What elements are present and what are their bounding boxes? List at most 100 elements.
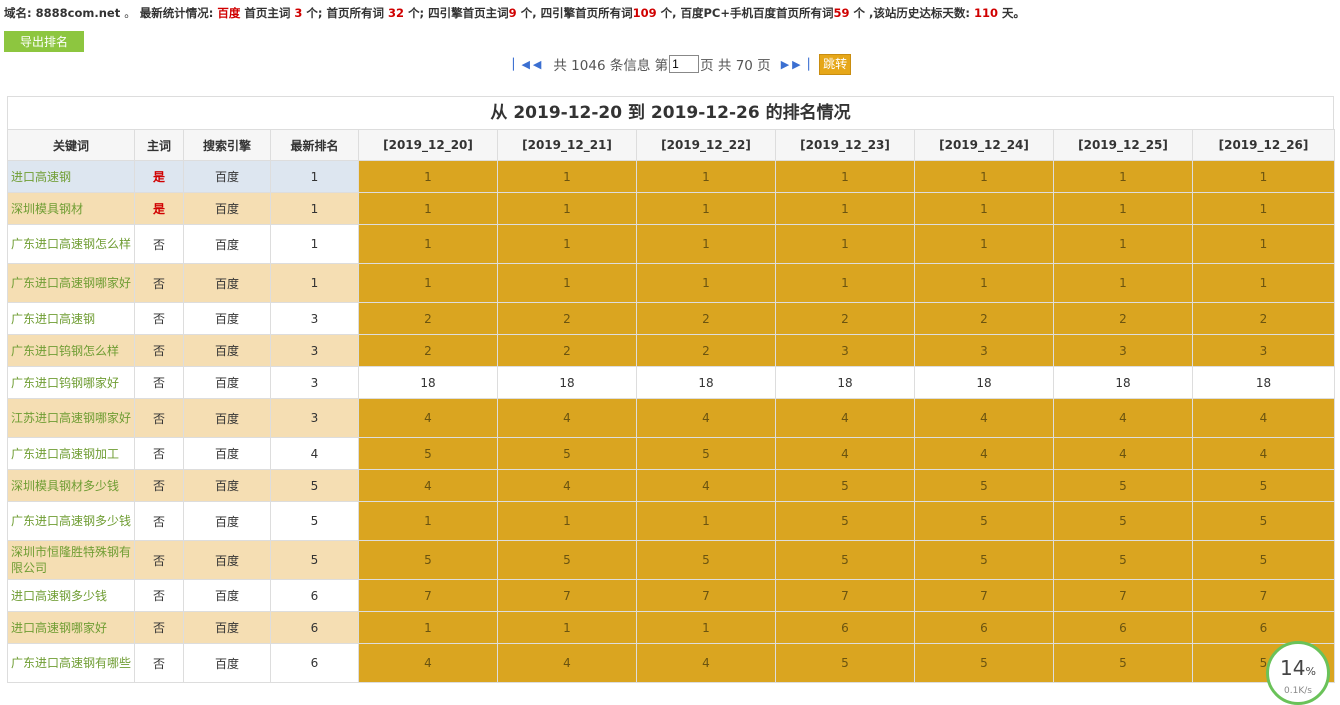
keyword-cell: 深圳模具钢材 [7,192,135,225]
engine-cell: 百度 [183,263,271,303]
keyword-link[interactable]: 广东进口高速钢有哪些 [11,656,131,670]
day-rank-cell: 7 [1053,579,1193,612]
engine-cell: 百度 [183,579,271,612]
keyword-link[interactable]: 深圳模具钢材多少钱 [11,479,119,493]
keyword-link[interactable]: 进口高速钢 [11,170,71,184]
day-rank-cell: 5 [1053,501,1193,541]
day-rank-cell: 18 [914,366,1054,399]
day-rank-cell: 1 [1192,263,1335,303]
keyword-link[interactable]: 深圳模具钢材 [11,202,83,216]
keyword-cell: 江苏进口高速钢哪家好 [7,398,135,438]
day-rank-cell: 5 [636,540,776,580]
next-page-icon[interactable]: ▶ [781,58,789,71]
day-rank-cell: 7 [497,579,637,612]
day-rank-cell: 1 [775,263,915,303]
keyword-link[interactable]: 江苏进口高速钢哪家好 [11,411,131,425]
table-caption: 从 2019-12-20 到 2019-12-26 的排名情况 [7,96,1334,129]
day-rank-cell: 5 [1192,501,1335,541]
day-rank-cell: 2 [636,334,776,367]
day-rank-cell: 1 [1053,192,1193,225]
day-rank-cell: 1 [914,263,1054,303]
keyword-cell: 广东进口高速钢有哪些 [7,643,135,683]
total-records-text: 共 1046 条信息 第 [553,58,669,74]
keyword-link[interactable]: 广东进口高速钢 [11,312,95,326]
day-rank-cell: 7 [775,579,915,612]
four-all-count: 109 [632,6,657,20]
day-rank-cell: 4 [636,398,776,438]
day-rank-cell: 2 [775,302,915,335]
latest-rank-cell: 6 [270,643,359,683]
latest-rank-cell: 1 [270,160,359,193]
latest-rank-cell: 5 [270,501,359,541]
main-word-cell: 否 [134,643,184,683]
day-rank-cell: 5 [914,540,1054,580]
days-count: 110 [974,6,999,20]
keyword-link[interactable]: 广东进口高速钢加工 [11,447,119,461]
day-rank-cell: 5 [775,643,915,683]
table-row: 广东进口高速钢哪家好否百度 1 1 1 1 1 1 1 1 [7,263,1335,303]
day-rank-cell: 7 [358,579,498,612]
engine-cell: 百度 [183,366,271,399]
last-page-icon[interactable]: ▶▕ [792,58,809,71]
main-word-cell: 否 [134,366,184,399]
day-rank-cell: 1 [1053,160,1193,193]
keyword-cell: 广东进口高速钢哪家好 [7,263,135,303]
table-row: 广东进口高速钢多少钱否百度 5 1 1 1 5 5 5 5 [7,501,1335,541]
keyword-link[interactable]: 广东进口高速钢哪家好 [11,276,131,290]
day-rank-cell: 6 [1053,611,1193,644]
pc-mobile-count: 59 [833,6,850,20]
day-rank-cell: 1 [636,160,776,193]
day-rank-cell: 6 [775,611,915,644]
keyword-cell: 广东进口高速钢怎么样 [7,224,135,264]
day-rank-cell: 3 [1192,334,1335,367]
header-engine: 搜索引擎 [183,129,271,161]
day-rank-cell: 1 [636,501,776,541]
keyword-link[interactable]: 广东进口高速钢多少钱 [11,514,131,528]
jump-button[interactable]: 跳转 [819,53,852,75]
keyword-link[interactable]: 广东进口钨钢哪家好 [11,376,119,390]
keyword-link[interactable]: 进口高速钢哪家好 [11,621,107,635]
day-rank-cell: 2 [1053,302,1193,335]
day-rank-cell: 2 [636,302,776,335]
keyword-cell: 广东进口钨钢怎么样 [7,334,135,367]
table-row: 广东进口高速钢怎么样否百度 1 1 1 1 1 1 1 1 [7,224,1335,264]
engine-cell: 百度 [183,160,271,193]
day-rank-cell: 1 [636,192,776,225]
latest-rank-cell: 1 [270,192,359,225]
keyword-cell: 深圳市恒隆胜特殊钢有限公司 [7,540,135,580]
export-ranking-button[interactable]: 导出排名 [4,31,84,52]
day-rank-cell: 5 [1053,540,1193,580]
day-rank-cell: 1 [1192,192,1335,225]
engine-cell: 百度 [183,643,271,683]
day-rank-cell: 5 [1192,469,1335,502]
page-number-input[interactable] [669,55,700,73]
keyword-link[interactable]: 广东进口钨钢怎么样 [11,344,119,358]
table-row: 广东进口钨钢怎么样否百度 3 2 2 2 3 3 3 3 [7,334,1335,367]
engine-cell: 百度 [183,501,271,541]
day-rank-cell: 7 [914,579,1054,612]
keyword-link[interactable]: 深圳市恒隆胜特殊钢有限公司 [11,545,131,575]
first-page-icon[interactable]: ▏◀ [513,58,530,71]
day-rank-cell: 4 [1053,398,1193,438]
day-rank-cell: 6 [914,611,1054,644]
latest-rank-cell: 1 [270,224,359,264]
day-rank-cell: 4 [1053,437,1193,470]
keyword-link[interactable]: 广东进口高速钢怎么样 [11,237,131,251]
day-rank-cell: 4 [497,643,637,683]
prev-page-icon[interactable]: ◀ [533,58,541,71]
day-rank-cell: 1 [497,611,637,644]
keyword-link[interactable]: 进口高速钢多少钱 [11,589,107,603]
ranking-table-container: 从 2019-12-20 到 2019-12-26 的排名情况 关键词 主词 搜… [7,96,1335,683]
main-word-cell: 是 [134,192,184,225]
day-rank-cell: 1 [775,160,915,193]
table-row: 江苏进口高速钢哪家好否百度 3 4 4 4 4 4 4 4 [7,398,1335,438]
speed-badge[interactable]: 14% 0.1K/s [1266,641,1330,705]
latest-rank-cell: 3 [270,302,359,335]
day-rank-cell: 18 [1192,366,1335,399]
pagination: ▏◀ ◀ 共 1046 条信息 第 页 共 70 页 ▶ ▶▕ 跳转 [513,52,852,76]
engine-name: 百度 [217,6,241,20]
day-rank-cell: 3 [914,334,1054,367]
header-main: 主词 [134,129,184,161]
day-rank-cell: 1 [636,611,776,644]
header-day-5: [2019_12_24] [914,129,1054,161]
